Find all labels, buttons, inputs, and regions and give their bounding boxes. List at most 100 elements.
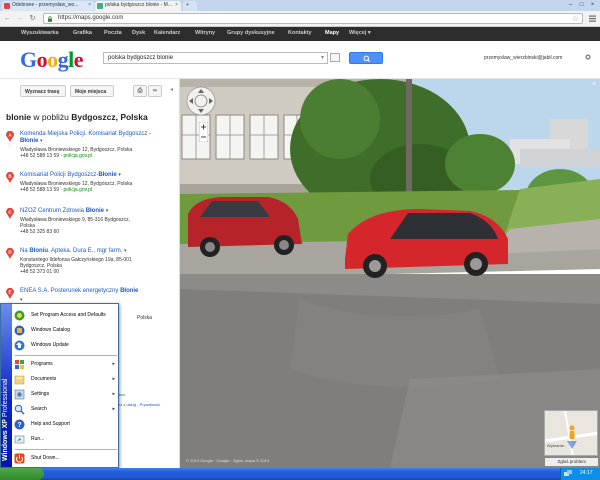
menu-item-label: Programs	[31, 361, 53, 367]
menu-item-program-access[interactable]: Set Program Access and Defaults	[13, 308, 119, 323]
submenu-arrow-icon: ▸	[112, 391, 115, 397]
partial-link[interactable]: tkoc	[118, 392, 125, 397]
partial-result-text: Polska	[137, 315, 153, 321]
result-name[interactable]: Na Błoniu. Apteka. Dura E., mgr farm. ▾	[20, 248, 170, 255]
menu-item-windows-catalog[interactable]: Windows Catalog	[13, 323, 119, 338]
network-icon[interactable]	[564, 470, 572, 478]
gmail-favicon-icon	[4, 3, 10, 9]
menu-item-label: Shut Down...	[31, 455, 60, 461]
link-icon[interactable]: ∞	[148, 85, 162, 97]
start-button[interactable]	[0, 468, 44, 480]
gbar-search[interactable]: Wyszukiwarka	[21, 30, 59, 36]
street-view[interactable]	[180, 79, 600, 468]
keyboard-icon[interactable]	[330, 53, 340, 62]
gbar-sites[interactable]: Witryny	[195, 30, 215, 36]
gbar-contacts[interactable]: Kontakty	[288, 30, 312, 36]
star-icon[interactable]: ☆	[7, 259, 13, 266]
menu-item-shutdown[interactable]: Shut Down...	[13, 451, 119, 466]
menu-item-label: Set Program Access and Defaults	[31, 312, 106, 318]
close-tab-icon[interactable]: ×	[88, 2, 91, 8]
directions-button[interactable]: Wyznacz trasę	[20, 85, 66, 97]
map-marker-icon[interactable]: D	[6, 248, 14, 259]
map-marker-icon[interactable]: E	[6, 288, 14, 299]
map-copyright: © 2013 Google · Google - Zgłoś, mapa © 2…	[186, 458, 270, 463]
menu-separator	[15, 449, 117, 450]
menu-item-search[interactable]: Search ▸	[13, 402, 119, 417]
menu-item-settings[interactable]: Settings ▸	[13, 387, 119, 402]
gbar-groups[interactable]: Grupy dyskusyjne	[227, 30, 275, 36]
gear-icon[interactable]	[584, 53, 592, 61]
result-name[interactable]: Komenda Miejska Policji. Komisariat Bydg…	[20, 131, 170, 145]
gbar-mail[interactable]: Poczta	[104, 30, 122, 36]
map-marker-icon[interactable]: B	[6, 172, 14, 183]
browser-tab-gmail[interactable]: Odebrane - przemyslaw_wo... ×	[2, 1, 94, 11]
close-street-view-icon[interactable]: ×	[590, 81, 598, 89]
search-button[interactable]	[349, 52, 383, 64]
browser-toolbar: ← → ↻ https://maps.google.com ☆	[0, 11, 600, 27]
gbar-images[interactable]: Grafika	[73, 30, 92, 36]
gbar-maps[interactable]: Mapy	[325, 30, 339, 36]
result-name[interactable]: ENEA S.A. Posterunek energetyczny Błonie	[20, 288, 170, 295]
my-places-button[interactable]: Moje miejsca	[70, 85, 114, 97]
svg-text:Wybranie..: Wybranie..	[547, 443, 566, 448]
wrench-menu-icon[interactable]	[588, 14, 597, 23]
star-icon[interactable]: ☆	[7, 183, 13, 190]
menu-item-label: Windows Catalog	[31, 327, 70, 333]
bookmark-star-icon[interactable]: ☆	[572, 14, 579, 23]
result-name[interactable]: Komisariat Policji Bydgoszcz-Błonie ▾	[20, 172, 170, 179]
close-tab-icon[interactable]: ×	[175, 2, 178, 8]
strip-edition: Professional	[2, 378, 9, 420]
result-name[interactable]: NZOZ Centrum Zdrowia Błonie ▾	[20, 208, 170, 215]
menu-item-documents[interactable]: Documents ▸	[13, 372, 119, 387]
menu-separator	[15, 355, 117, 356]
reload-icon[interactable]: ↻	[28, 14, 37, 23]
minimize-window-button[interactable]: –	[566, 1, 575, 9]
street-view-image[interactable]	[180, 79, 600, 468]
menu-item-windows-update[interactable]: Windows Update	[13, 338, 119, 353]
map-marker-icon[interactable]: C	[6, 208, 14, 219]
lock-icon	[48, 16, 52, 22]
strip-brand: Windows XP	[2, 419, 9, 461]
heading-query: blonie	[6, 112, 32, 122]
collapse-panel-icon[interactable]: ◂	[170, 86, 178, 94]
gbar-calendar[interactable]: Kalendarz	[154, 30, 180, 36]
menu-item-help[interactable]: ? Help and Support	[13, 417, 119, 432]
dropdown-arrow-icon[interactable]: ▾	[321, 54, 324, 61]
submenu-arrow-icon: ▸	[112, 376, 115, 382]
star-icon[interactable]: ☆	[7, 219, 13, 226]
menu-item-label: Search	[31, 406, 47, 412]
address-bar[interactable]: https://maps.google.com ☆	[43, 13, 583, 24]
taskbar-clock[interactable]: 24:17	[580, 470, 593, 476]
zoom-control-icon[interactable]	[199, 122, 208, 142]
submenu-arrow-icon: ▸	[112, 406, 115, 412]
menu-item-label: Documents	[31, 376, 57, 382]
close-window-button[interactable]: ×	[588, 1, 597, 9]
star-icon[interactable]: ☆	[7, 142, 13, 149]
report-problem-link[interactable]: Zgłoś problem	[545, 458, 598, 466]
menu-item-programs[interactable]: Programs ▸	[13, 357, 119, 372]
print-icon[interactable]: ⎙	[133, 85, 147, 97]
google-bar: Wyszukiwarka Grafika Poczta Dysk Kalenda…	[0, 27, 600, 41]
maximize-window-button[interactable]: □	[577, 1, 586, 9]
result-website-link[interactable]: policja.gov.pl	[64, 187, 93, 193]
tab-title: polska bydgoszcz blonie - M...	[105, 2, 172, 8]
gbar-drive[interactable]: Dysk	[132, 30, 145, 36]
menu-item-run[interactable]: Run...	[13, 432, 119, 447]
browser-tab-maps[interactable]: polska bydgoszcz blonie - M... ×	[95, 1, 181, 11]
result-website-link[interactable]: policja.gov.pl	[64, 153, 93, 159]
documents-icon	[14, 375, 25, 385]
pan-control-icon[interactable]	[186, 86, 216, 116]
submenu-arrow-icon: ▸	[112, 361, 115, 367]
user-account-link[interactable]: przemyslaw_wierzbinski@jabil.com	[484, 55, 562, 61]
forward-arrow-icon[interactable]: →	[15, 14, 24, 23]
back-arrow-icon[interactable]: ←	[3, 14, 12, 23]
new-tab-button[interactable]: +	[183, 1, 197, 11]
start-menu: Windows XP Professional Set Program Acce…	[0, 303, 119, 468]
map-marker-icon[interactable]: A	[6, 131, 14, 142]
privacy-link[interactable]: ez z usług - Prywatność	[118, 402, 160, 407]
gbar-more[interactable]: Więcej ▾	[349, 30, 371, 36]
google-logo[interactable]: Google	[20, 47, 84, 73]
minimap[interactable]: Wybranie..	[544, 410, 598, 456]
search-input[interactable]: polska bydgoszcz blonie ▾	[103, 52, 328, 64]
svg-text:E: E	[8, 290, 11, 295]
